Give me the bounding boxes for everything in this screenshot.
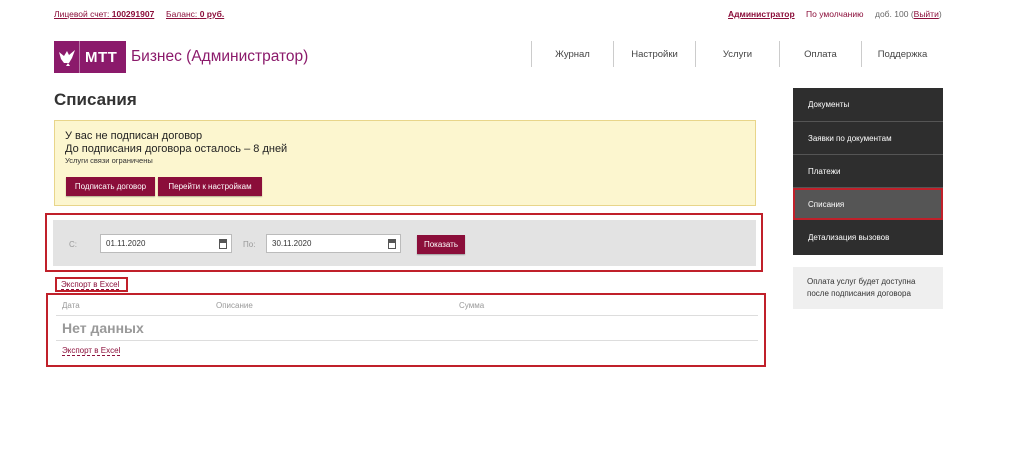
date-filter: С: 01.11.2020 По: 30.11.2020 Показать [53,220,756,266]
nav-journal[interactable]: Журнал [531,41,613,67]
page-title: Списания [54,90,137,109]
sidebar-item-call-details[interactable]: Детализация вызовов [793,220,943,255]
nav-support[interactable]: Поддержка [861,41,943,67]
account-number: 100291907 [111,9,155,19]
sidebar-item-payments[interactable]: Платежи [793,155,943,188]
to-date-input[interactable]: 30.11.2020 [266,234,401,253]
calendar-icon[interactable] [219,239,227,249]
column-amount: Сумма [459,301,485,310]
export-excel-link[interactable]: Экспорт в Excel [61,280,120,290]
extension-info: доб. 100 (Выйти) [875,9,942,19]
logo-brand: МТТ [85,48,118,66]
balance-label: Баланс: [166,9,198,19]
default-profile-link[interactable]: По умолчанию [806,9,863,19]
contract-notice: У вас не подписан договор До подписания … [54,120,756,206]
nav-services[interactable]: Услуги [695,41,779,67]
column-description: Описание [216,301,253,310]
to-label: По: [243,240,256,249]
to-date-value: 30.11.2020 [272,239,312,248]
sidebar-info: Оплата услуг будет доступна после подпис… [793,267,943,309]
export-excel-highlight: Экспорт в Excel [55,277,128,292]
writeoffs-table-highlight: Дата Описание Сумма Нет данных Экспорт в… [46,293,766,367]
app-title: Бизнес (Администратор) [131,48,309,65]
from-date-input[interactable]: 01.11.2020 [100,234,232,253]
user-name-link[interactable]: Администратор [728,9,795,19]
empty-table-message: Нет данных [62,320,144,336]
show-button[interactable]: Показать [417,235,465,254]
nav-payment[interactable]: Оплата [779,41,861,67]
date-filter-highlight: С: 01.11.2020 По: 30.11.2020 Показать [45,213,763,272]
logo[interactable]: МТТ [54,41,126,73]
balance-link[interactable]: Баланс: 0 руб. [166,9,224,19]
sidebar-item-writeoffs[interactable]: Списания [793,188,943,220]
from-label: С: [69,240,77,249]
main-nav: Журнал Настройки Услуги Оплата Поддержка [531,41,943,67]
notice-line-3: Услуги связи ограничены [65,156,153,165]
sidebar-item-documents[interactable]: Документы [793,88,943,122]
calendar-icon[interactable] [388,239,396,249]
notice-line-2: До подписания договора осталось – 8 дней [65,143,288,155]
table-divider [56,340,758,341]
export-excel-bottom-link[interactable]: Экспорт в Excel [62,346,121,356]
extension-label: доб. 100 ( [875,9,914,19]
table-divider [56,315,758,316]
bird-icon [54,41,80,73]
sidebar-item-document-requests[interactable]: Заявки по документам [793,122,943,155]
logout-link[interactable]: Выйти [914,9,939,19]
from-date-value: 01.11.2020 [106,239,146,248]
notice-line-1: У вас не подписан договор [65,130,203,142]
sign-contract-button[interactable]: Подписать договор [66,177,155,196]
account-label: Лицевой счет: [54,9,110,19]
go-to-settings-button[interactable]: Перейти к настройкам [158,177,262,196]
extension-close: ) [938,9,942,19]
balance-value: 0 руб. [199,9,225,19]
account-number-link[interactable]: Лицевой счет: 100291907 [54,9,154,19]
nav-settings[interactable]: Настройки [613,41,695,67]
sidebar: Документы Заявки по документам Платежи С… [793,88,943,309]
column-date: Дата [62,301,80,310]
